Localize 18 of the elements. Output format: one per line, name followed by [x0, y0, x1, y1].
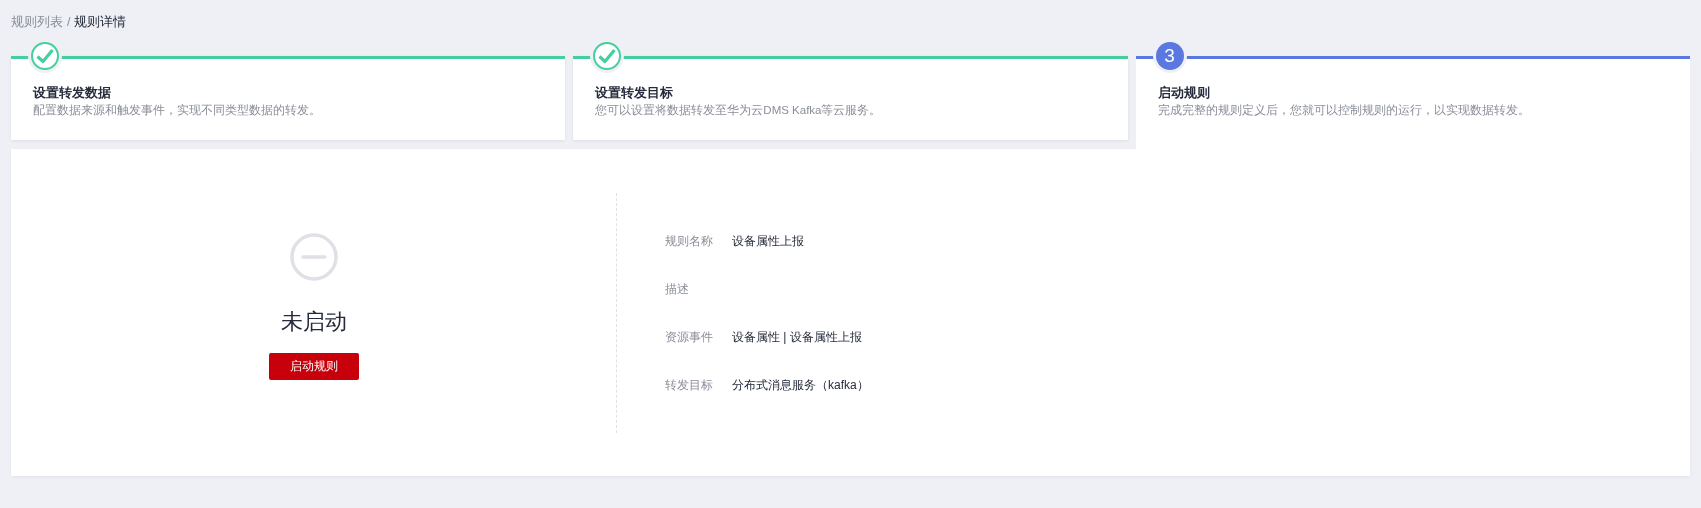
breadcrumb-separator: /	[67, 15, 71, 29]
step-title: 设置转发数据	[33, 85, 111, 102]
step-number: 3	[1155, 42, 1184, 70]
field-label: 规则名称	[665, 233, 714, 250]
step-description: 您可以设置将数据转发至华为云DMS Kafka等云服务。	[595, 103, 882, 118]
start-button[interactable]: 启动规则	[268, 353, 359, 380]
breadcrumb-item: 规则详情	[74, 13, 127, 31]
status-text: 未启动	[280, 308, 347, 336]
field-label: 资源事件	[665, 329, 714, 346]
step-description: 完成完整的规则定义后，您就可以控制规则的运行，以实现数据转发。	[1157, 103, 1530, 118]
field-value: 分布式消息服务（kafka）	[732, 377, 869, 394]
field-value: 设备属性 | 设备属性上报	[732, 329, 862, 346]
step-title: 设置转发目标	[595, 85, 674, 102]
field-value: 设备属性上报	[732, 233, 804, 250]
step-title: 启动规则	[1157, 85, 1210, 102]
field-label: 转发目标	[665, 377, 714, 394]
step-description: 配置数据来源和触发事件，实现不同类型数据的转发。	[33, 103, 321, 118]
field-label: 描述	[665, 281, 690, 298]
